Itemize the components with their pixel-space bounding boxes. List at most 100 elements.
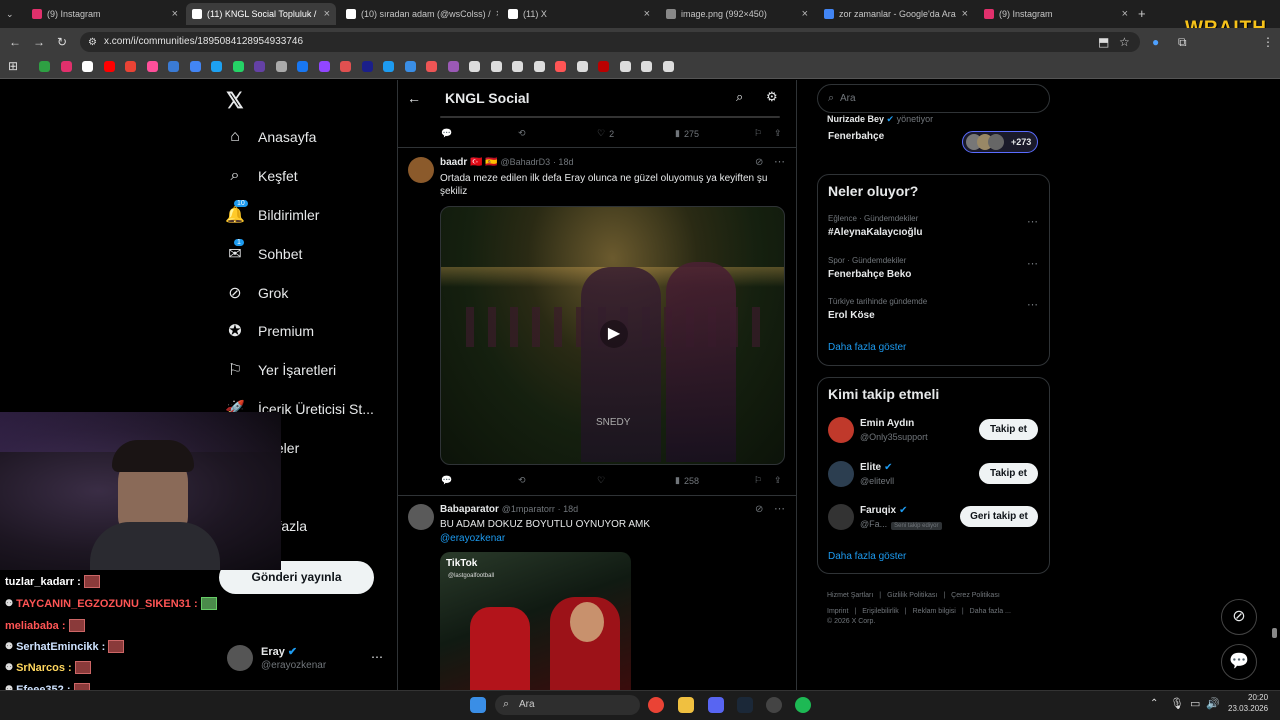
tab-close-icon[interactable]: × — [1122, 8, 1128, 20]
bookmark-favicon-icon[interactable] — [39, 61, 50, 72]
tweet-video[interactable]: TikTok @lastgoalfootball — [440, 552, 631, 690]
bookmark-favicon-icon[interactable] — [383, 61, 394, 72]
reload-icon[interactable]: ↻ — [57, 35, 67, 49]
account-more-icon[interactable]: ⋯ — [371, 650, 383, 664]
bookmark-icon[interactable]: ⚐ — [754, 475, 762, 486]
sidebar-item-ke-fet[interactable]: ⌕ Keşfet — [226, 167, 298, 185]
url-field[interactable]: x.com/i/communities/1895084128954933746 — [80, 32, 1140, 52]
bookmark-favicon-icon[interactable] — [447, 61, 459, 72]
trends-show-more[interactable]: Daha fazla göster — [828, 342, 906, 353]
grok-float-icon[interactable]: ⊘ — [1221, 599, 1257, 635]
bookmark-favicon-icon[interactable] — [426, 61, 437, 72]
tweet-avatar[interactable] — [408, 157, 434, 183]
back-arrow-icon[interactable]: ← — [407, 90, 421, 106]
sidebar-item-grok[interactable]: ⊘ Grok — [226, 284, 288, 302]
footer-link[interactable]: Daha fazla ... — [970, 608, 1011, 615]
tab-close-icon[interactable]: × — [802, 8, 808, 20]
steam-icon[interactable] — [737, 697, 753, 713]
app-icon[interactable] — [766, 697, 782, 713]
share-icon[interactable]: ⇪ — [774, 128, 782, 139]
clock-time[interactable]: 20:20 — [1248, 693, 1268, 702]
browser-tab[interactable]: (10) sıradan adam (@wsColss) / × — [340, 3, 498, 25]
volume-icon[interactable]: 🔊 — [1206, 697, 1220, 710]
spotify-icon[interactable] — [795, 697, 811, 713]
footer-link[interactable]: Gizlilik Politikası — [887, 592, 937, 599]
sidebar-item-yer-i-aretleri[interactable]: ⚐ Yer İşaretleri — [226, 361, 336, 379]
bookmark-favicon-icon[interactable] — [641, 61, 652, 72]
views-button[interactable]: ▮ 258 — [675, 475, 699, 486]
trend-topic[interactable]: #AleynaKalaycıoğlu — [828, 227, 922, 238]
browser-tab[interactable]: zor zamanlar - Google'da Ara × — [818, 3, 974, 25]
tab-close-icon[interactable]: × — [962, 8, 968, 20]
bookmark-favicon-icon[interactable] — [576, 61, 588, 72]
trend-topic[interactable]: Erol Köse — [828, 310, 875, 321]
follow-button[interactable]: Takip et — [979, 462, 1038, 484]
bookmark-favicon-icon[interactable] — [254, 61, 265, 72]
browser-tab[interactable]: (9) Instagram × — [978, 3, 1134, 25]
file-explorer-icon[interactable] — [678, 697, 694, 713]
play-icon[interactable]: ▶ — [600, 320, 628, 348]
site-info-icon[interactable]: ⚙ — [88, 37, 97, 48]
tab-close-icon[interactable]: × — [644, 8, 650, 20]
retweet-icon[interactable]: ⟲ — [518, 475, 526, 486]
back-icon[interactable]: ← — [9, 35, 21, 49]
footer-link[interactable]: Çerez Politikası — [951, 592, 1000, 599]
start-icon[interactable] — [470, 697, 486, 713]
footer-link[interactable]: Erişilebilirlik — [862, 608, 899, 615]
community-name[interactable]: Fenerbahçe — [828, 131, 884, 142]
settings-icon[interactable]: ⚙ — [766, 89, 778, 105]
bookmark-favicon-icon[interactable] — [662, 61, 674, 72]
tab-close-icon[interactable]: × — [324, 8, 330, 20]
messages-float-icon[interactable]: 💬 — [1221, 644, 1257, 680]
tweet-avatar[interactable] — [408, 504, 434, 530]
follow-name[interactable]: Elite ✔ — [860, 462, 893, 473]
follow-avatar[interactable] — [828, 504, 854, 530]
taskbar-search[interactable]: ⌕ Ara — [495, 695, 640, 715]
bookmark-favicon-icon[interactable] — [125, 61, 136, 72]
tab-list-button[interactable]: ⌄ — [0, 3, 24, 25]
footer-link[interactable]: Reklam bilgisi — [913, 608, 956, 615]
tweet-handle[interactable]: @BahadrD3 — [500, 157, 550, 167]
microphone-icon[interactable]: 🎙 — [1170, 697, 1184, 710]
retweet-icon[interactable]: ⟲ — [518, 128, 526, 139]
search-box[interactable]: ⌕ Ara — [817, 84, 1050, 113]
bookmark-favicon-icon[interactable] — [512, 61, 523, 72]
browser-tab[interactable]: (11) X × — [502, 3, 656, 25]
follow-button[interactable]: Takip et — [979, 419, 1038, 440]
like-button[interactable]: ♡ 2 — [597, 128, 614, 139]
profile-icon[interactable]: ● — [1152, 35, 1159, 49]
bookmark-favicon-icon[interactable] — [361, 61, 373, 72]
tweet-more-icon[interactable]: ⋯ — [774, 155, 785, 168]
bookmark-favicon-icon[interactable] — [318, 61, 330, 72]
browser-tab[interactable]: (11) KNGL Social Topluluk / × — [186, 3, 336, 25]
bookmark-favicon-icon[interactable] — [533, 61, 545, 72]
tweet-author[interactable]: baadr — [440, 157, 467, 168]
star-icon[interactable]: ☆ — [1119, 35, 1130, 49]
sidebar-item-premium[interactable]: ✪ Premium — [226, 322, 314, 340]
admin-name[interactable]: Nurizade Bey — [827, 114, 884, 124]
bookmark-favicon-icon[interactable] — [168, 61, 179, 72]
bookmark-icon[interactable]: ⚐ — [754, 128, 762, 139]
x-logo-icon[interactable]: 𝕏 — [226, 88, 244, 114]
sidebar-item-sohbet[interactable]: ✉ 1 Sohbet — [226, 239, 302, 263]
tweet-video[interactable]: ▶ SNEDY — [440, 206, 785, 465]
sidebar-item-bildirimler[interactable]: 🔔 10 Bildirimler — [225, 200, 319, 224]
trend-topic[interactable]: Fenerbahçe Beko — [828, 269, 911, 280]
sidebar-item-anasayfa[interactable]: ⌂ Anasayfa — [226, 128, 316, 146]
grok-icon[interactable]: ⊘ — [755, 504, 763, 515]
follow-avatar[interactable] — [828, 460, 854, 487]
trend-more-icon[interactable]: ⋯ — [1027, 257, 1038, 270]
new-tab-button[interactable]: + — [1138, 6, 1146, 21]
views-button[interactable]: ▮ 275 — [675, 128, 699, 139]
bookmark-favicon-icon[interactable] — [211, 61, 222, 72]
trend-more-icon[interactable]: ⋯ — [1027, 298, 1038, 311]
follow-show-more[interactable]: Daha fazla göster — [828, 551, 906, 562]
bookmark-favicon-icon[interactable] — [469, 61, 480, 72]
reply-icon[interactable]: 💬 — [441, 475, 452, 486]
tweet-more-icon[interactable]: ⋯ — [774, 502, 785, 515]
bookmark-favicon-icon[interactable] — [189, 61, 201, 72]
network-icon[interactable]: ▭ — [1190, 697, 1200, 710]
bookmark-favicon-icon[interactable] — [555, 61, 566, 72]
footer-link[interactable]: Imprint — [827, 608, 848, 615]
follow-name[interactable]: Faruqix ✔ — [860, 505, 908, 516]
